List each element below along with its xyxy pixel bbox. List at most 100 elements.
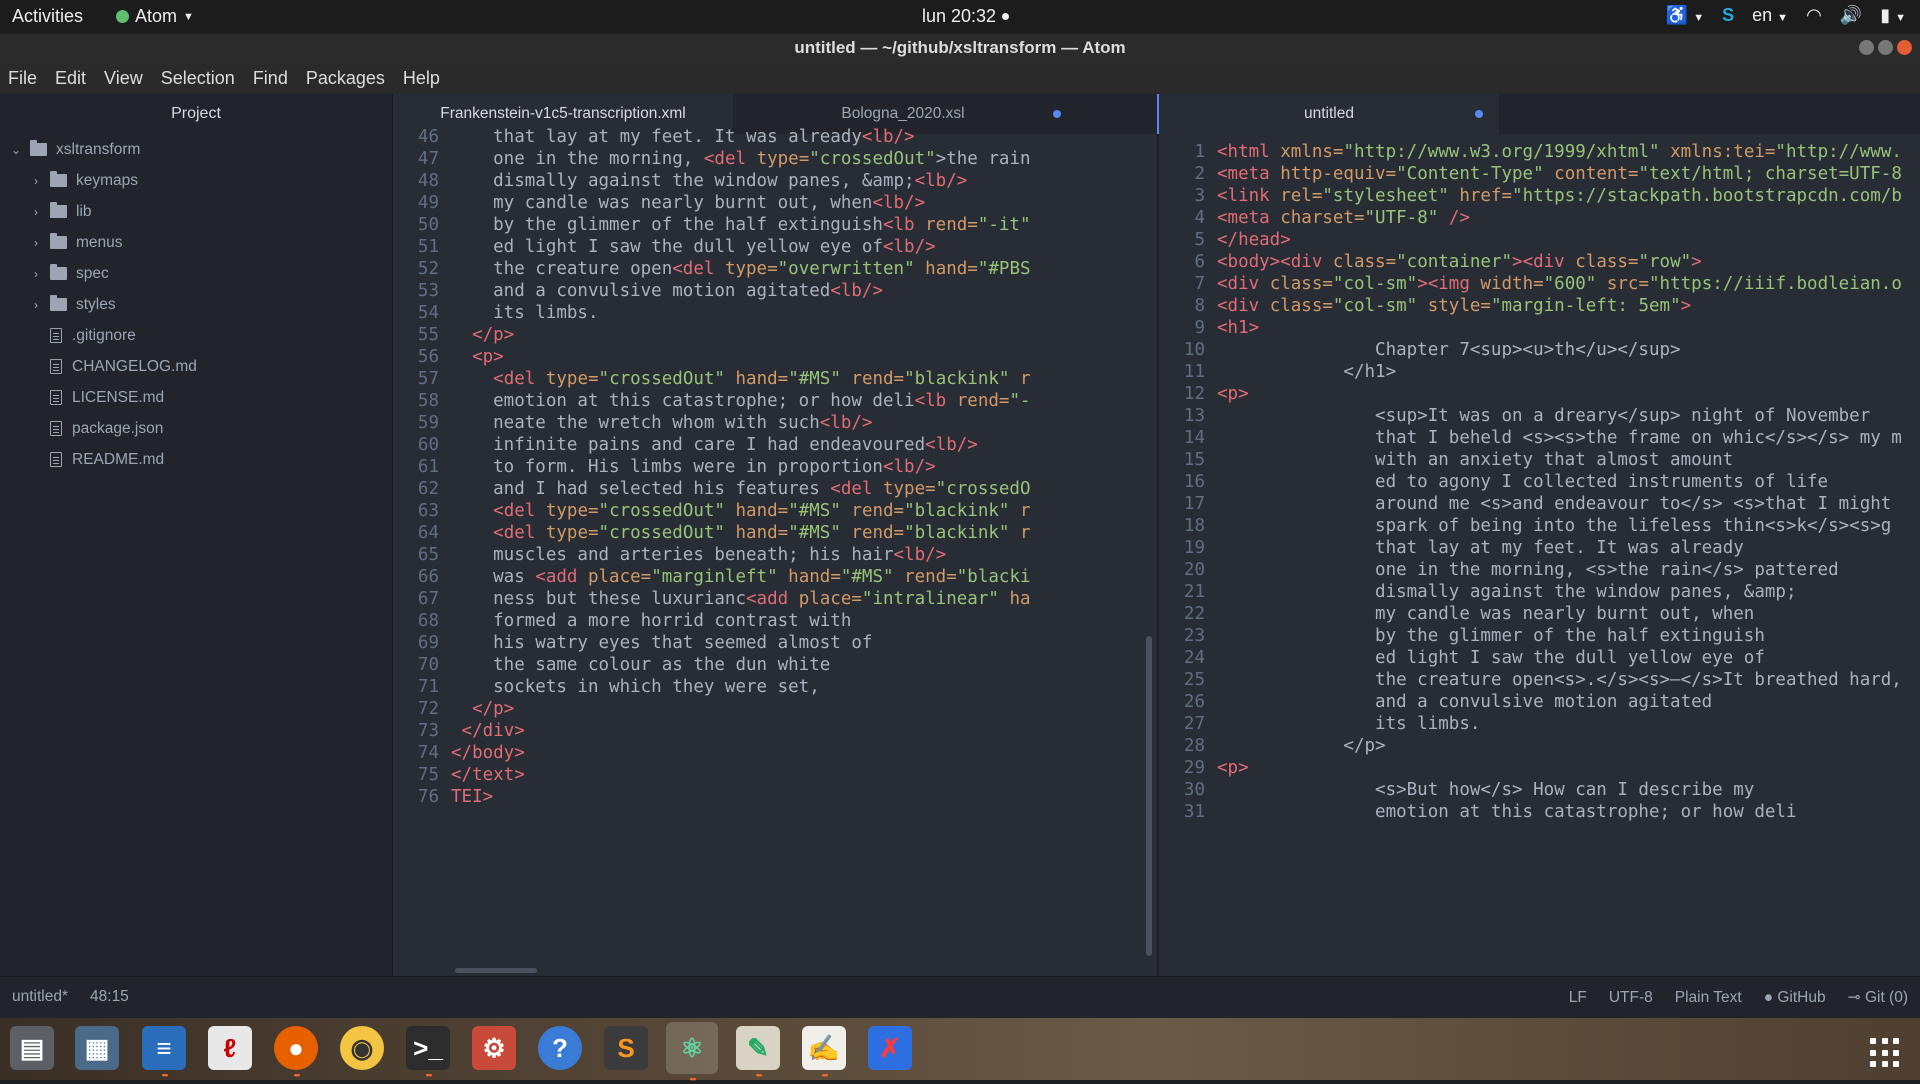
app-menu-button[interactable]: Atom ▼	[116, 6, 194, 27]
code-token: "col-sm"	[1332, 274, 1418, 294]
code-line[interactable]: 76 TEI>	[393, 784, 1157, 811]
code-token: </head>	[1217, 230, 1291, 250]
code-token: type=	[545, 501, 599, 521]
tree-folder-keymaps[interactable]: › keymaps	[0, 165, 392, 196]
code-token: "-it"	[977, 215, 1031, 235]
status-encoding[interactable]: UTF-8	[1609, 989, 1653, 1007]
maximize-button[interactable]	[1878, 40, 1893, 55]
code-token: </p>	[472, 699, 515, 719]
tree-file-gitignore[interactable]: .gitignore	[0, 320, 392, 351]
code-token: r	[1020, 369, 1031, 389]
clock-button[interactable]: lun 20:32	[922, 6, 1010, 27]
menu-packages[interactable]: Packages	[298, 68, 395, 89]
code-token: <p>	[1217, 384, 1249, 404]
firefox-icon[interactable]: ●	[274, 1026, 318, 1080]
code-token: the creature open	[451, 259, 673, 279]
github-button[interactable]: ● GitHub	[1764, 989, 1826, 1007]
code-token: ><img	[1417, 274, 1481, 294]
tab-label: Bologna_2020.xsl	[841, 105, 965, 122]
volume-icon[interactable]: 🔊	[1840, 5, 1862, 26]
pdf-icon[interactable]: ℓ	[208, 1026, 252, 1070]
battery-icon[interactable]: ▮ ▼	[1880, 5, 1906, 26]
atom-icon[interactable]: ⚛	[666, 1022, 718, 1084]
status-file-name[interactable]: untitled*	[12, 988, 68, 1006]
tab-label: untitled	[1304, 105, 1354, 122]
menu-find[interactable]: Find	[245, 68, 298, 89]
language-label: en	[1752, 5, 1773, 25]
wifi-icon[interactable]: ◠	[1806, 5, 1822, 26]
tree-folder-lib[interactable]: › lib	[0, 196, 392, 227]
git-label: Git (0)	[1864, 989, 1908, 1006]
image-viewer-icon[interactable]: ✎	[736, 1026, 780, 1080]
tree-folder-label: menus	[76, 233, 123, 251]
menu-selection[interactable]: Selection	[153, 68, 245, 89]
tree-file-changelog[interactable]: CHANGELOG.md	[0, 351, 392, 382]
code-token: that lay at my feet. It was already	[451, 127, 862, 147]
menu-file[interactable]: File	[0, 68, 47, 89]
code-token: rend=	[925, 215, 978, 235]
code-token: "text/html; charset=UTF-8	[1638, 164, 1902, 184]
tree-folder-spec[interactable]: › spec	[0, 258, 392, 289]
photos-icon[interactable]: ▦	[75, 1026, 119, 1070]
tree-folder-label: styles	[76, 295, 116, 313]
tree-folder-label: lib	[76, 202, 92, 220]
code-token: hand=	[925, 259, 978, 279]
tree-file-license[interactable]: LICENSE.md	[0, 382, 392, 413]
writer-icon[interactable]: ≡	[142, 1026, 186, 1080]
tab-untitled[interactable]: untitled	[1159, 94, 1499, 134]
code-line[interactable]: 31 emotion at this catastrophe; or how d…	[1159, 799, 1920, 826]
files-icon[interactable]: ▤	[10, 1026, 54, 1070]
show-applications-icon[interactable]	[1870, 1038, 1900, 1068]
rhythmbox-icon[interactable]: ◉	[340, 1026, 384, 1070]
code-token: "https://iiif.bodleian.o	[1649, 274, 1902, 294]
accessibility-icon[interactable]: ♿ ▼	[1666, 5, 1704, 26]
code-token: <lb/>	[830, 281, 883, 301]
close-button[interactable]	[1897, 40, 1912, 55]
code-token: />	[1448, 208, 1470, 228]
code-token: spark of being into the lifeless thin<s>…	[1217, 516, 1892, 536]
settings-icon[interactable]: ⚙	[472, 1026, 516, 1070]
help-icon[interactable]: ?	[538, 1026, 582, 1070]
right-tab-bar: untitled	[1159, 94, 1920, 134]
code-token: >	[1680, 296, 1692, 316]
tree-file-package-json[interactable]: package.json	[0, 413, 392, 444]
code-token: and a convulsive motion agitated	[1217, 692, 1713, 712]
tree-file-readme[interactable]: README.md	[0, 444, 392, 475]
code-token: emotion at this catastrophe; or how deli	[1217, 802, 1797, 822]
code-token: http-equiv=	[1280, 164, 1397, 184]
gnome-top-bar: Activities Atom ▼ lun 20:32 ♿ ▼ S en ▼ ◠…	[0, 0, 1920, 34]
file-icon	[50, 328, 62, 343]
tree-root-folder[interactable]: ⌄ xsltransform	[0, 134, 392, 165]
code-token: "margin-left: 5em"	[1490, 296, 1681, 316]
tree-file-label: package.json	[72, 419, 164, 437]
menu-edit[interactable]: Edit	[47, 68, 96, 89]
left-code-editor[interactable]: 46 that lay at my feet. It was already<l…	[393, 127, 1157, 976]
git-button[interactable]: ⊸ Git (0)	[1848, 988, 1908, 1007]
terminal-icon[interactable]: >_	[406, 1026, 450, 1080]
activities-button[interactable]: Activities	[12, 6, 83, 27]
right-editor-pane: untitled 1 <html xmlns="http://www.w3.org…	[1159, 94, 1920, 976]
code-token: "row"	[1638, 252, 1692, 272]
xmind-icon[interactable]: ✗	[868, 1026, 912, 1070]
menu-help[interactable]: Help	[395, 68, 450, 89]
minimize-button[interactable]	[1859, 40, 1874, 55]
code-token: <lb/>	[914, 171, 968, 191]
sublime-icon[interactable]: S	[604, 1026, 648, 1070]
code-token: "crossedOut"	[598, 501, 736, 521]
right-code-editor[interactable]: 1 <html xmlns="http://www.w3.org/1999/xht…	[1159, 134, 1920, 976]
language-selector[interactable]: en ▼	[1752, 5, 1788, 26]
status-line-ending[interactable]: LF	[1569, 989, 1587, 1007]
menu-view[interactable]: View	[96, 68, 153, 89]
text-editor-icon[interactable]: ✍	[802, 1026, 846, 1080]
tree-folder-menus[interactable]: › menus	[0, 227, 392, 258]
skype-icon[interactable]: S	[1722, 5, 1734, 26]
project-tree-view: Project ⌄ xsltransform › keymaps › lib ›…	[0, 94, 393, 976]
horizontal-scrollbar[interactable]	[455, 968, 537, 973]
status-grammar[interactable]: Plain Text	[1675, 989, 1742, 1007]
tree-view-header[interactable]: Project	[0, 94, 392, 134]
vertical-scrollbar[interactable]	[1146, 636, 1152, 956]
code-token: that I beheld <s><s>the frame on whic</s…	[1217, 428, 1902, 448]
code-token: "stylesheet"	[1322, 186, 1460, 206]
tree-folder-styles[interactable]: › styles	[0, 289, 392, 320]
status-cursor-position[interactable]: 48:15	[90, 988, 129, 1006]
